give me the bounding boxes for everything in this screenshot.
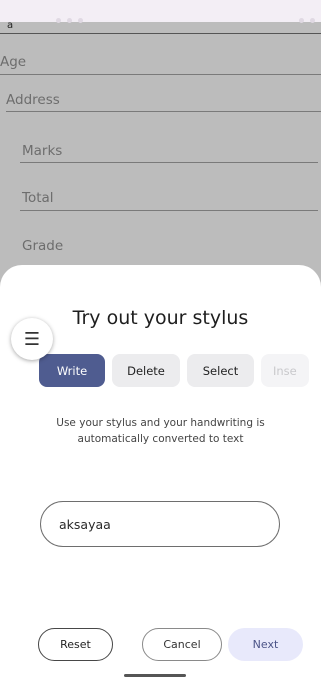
grade-field-label: Grade [22, 238, 64, 254]
stylus-mode-tabs: Write Delete Select Inse [0, 354, 321, 388]
status-icons-right [293, 8, 315, 27]
menu-button[interactable]: ☰ [11, 318, 53, 360]
address-field-underline [6, 111, 321, 112]
next-button[interactable]: Next [228, 628, 303, 661]
total-field-label: Total [22, 190, 54, 206]
age-field-label: Age [0, 54, 27, 70]
name-field-underline [0, 33, 321, 34]
tab-write[interactable]: Write [39, 354, 105, 387]
cancel-button[interactable]: Cancel [142, 628, 222, 661]
marks-field-underline [20, 162, 318, 163]
name-field-value: a [7, 20, 14, 31]
tab-select[interactable]: Select [187, 354, 254, 387]
home-indicator[interactable] [124, 674, 186, 677]
total-field-underline [20, 210, 318, 211]
tab-insert[interactable]: Inse [261, 354, 309, 387]
address-field-label: Address [6, 92, 60, 108]
hamburger-menu-icon: ☰ [23, 328, 41, 350]
age-field-underline [0, 74, 321, 75]
tab-delete[interactable]: Delete [112, 354, 180, 387]
marks-field-label: Marks [22, 143, 63, 159]
handwriting-input[interactable]: aksayaa [40, 501, 280, 547]
status-icons-left [56, 8, 96, 23]
reset-button[interactable]: Reset [38, 628, 113, 661]
status-bar [0, 0, 321, 23]
instruction-text: Use your stylus and your handwriting is … [56, 417, 265, 445]
